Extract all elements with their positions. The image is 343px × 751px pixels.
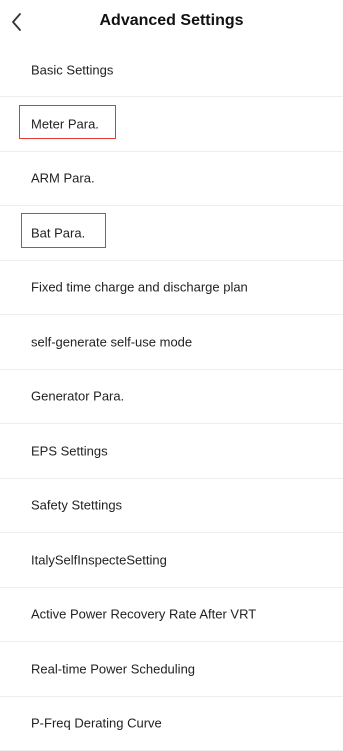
- menu-item-label: Basic Settings: [31, 63, 113, 78]
- menu-item-bat-para[interactable]: Bat Para.: [0, 206, 343, 261]
- menu-item-label: Meter Para.: [31, 116, 99, 131]
- menu-item-label: Fixed time charge and discharge plan: [31, 280, 248, 295]
- menu-item-fixed-time-charge-plan[interactable]: Fixed time charge and discharge plan: [0, 261, 343, 316]
- menu-item-safety-settings[interactable]: Safety Stettings: [0, 479, 343, 534]
- menu-item-label: Bat Para.: [31, 225, 85, 240]
- menu-item-active-power-recovery[interactable]: Active Power Recovery Rate After VRT: [0, 588, 343, 643]
- settings-menu-list: Basic Settings Meter Para. ARM Para. Bat…: [0, 44, 343, 751]
- navigation-header: Advanced Settings: [0, 0, 343, 44]
- menu-item-label: Safety Stettings: [31, 498, 122, 513]
- menu-item-label: Generator Para.: [31, 389, 124, 404]
- menu-item-generator-para[interactable]: Generator Para.: [0, 370, 343, 425]
- menu-item-label: P-Freq Derating Curve: [31, 716, 162, 731]
- menu-item-basic-settings[interactable]: Basic Settings: [0, 44, 343, 97]
- menu-item-label: self-generate self-use mode: [31, 334, 192, 349]
- page-title: Advanced Settings: [0, 12, 343, 30]
- menu-item-label: Active Power Recovery Rate After VRT: [31, 607, 256, 622]
- menu-item-label: EPS Settings: [31, 443, 108, 458]
- menu-item-italy-self-inspect[interactable]: ItalySelfInspecteSetting: [0, 533, 343, 588]
- menu-item-label: Real-time Power Scheduling: [31, 661, 195, 676]
- menu-item-label: ARM Para.: [31, 171, 95, 186]
- menu-item-arm-para[interactable]: ARM Para.: [0, 152, 343, 207]
- menu-item-eps-settings[interactable]: EPS Settings: [0, 424, 343, 479]
- menu-item-label: ItalySelfInspecteSetting: [31, 552, 167, 567]
- menu-item-self-use-mode[interactable]: self-generate self-use mode: [0, 315, 343, 370]
- menu-item-p-freq-derating-curve[interactable]: P-Freq Derating Curve: [0, 697, 343, 751]
- menu-item-realtime-power-scheduling[interactable]: Real-time Power Scheduling: [0, 642, 343, 697]
- menu-item-meter-para[interactable]: Meter Para.: [0, 97, 343, 152]
